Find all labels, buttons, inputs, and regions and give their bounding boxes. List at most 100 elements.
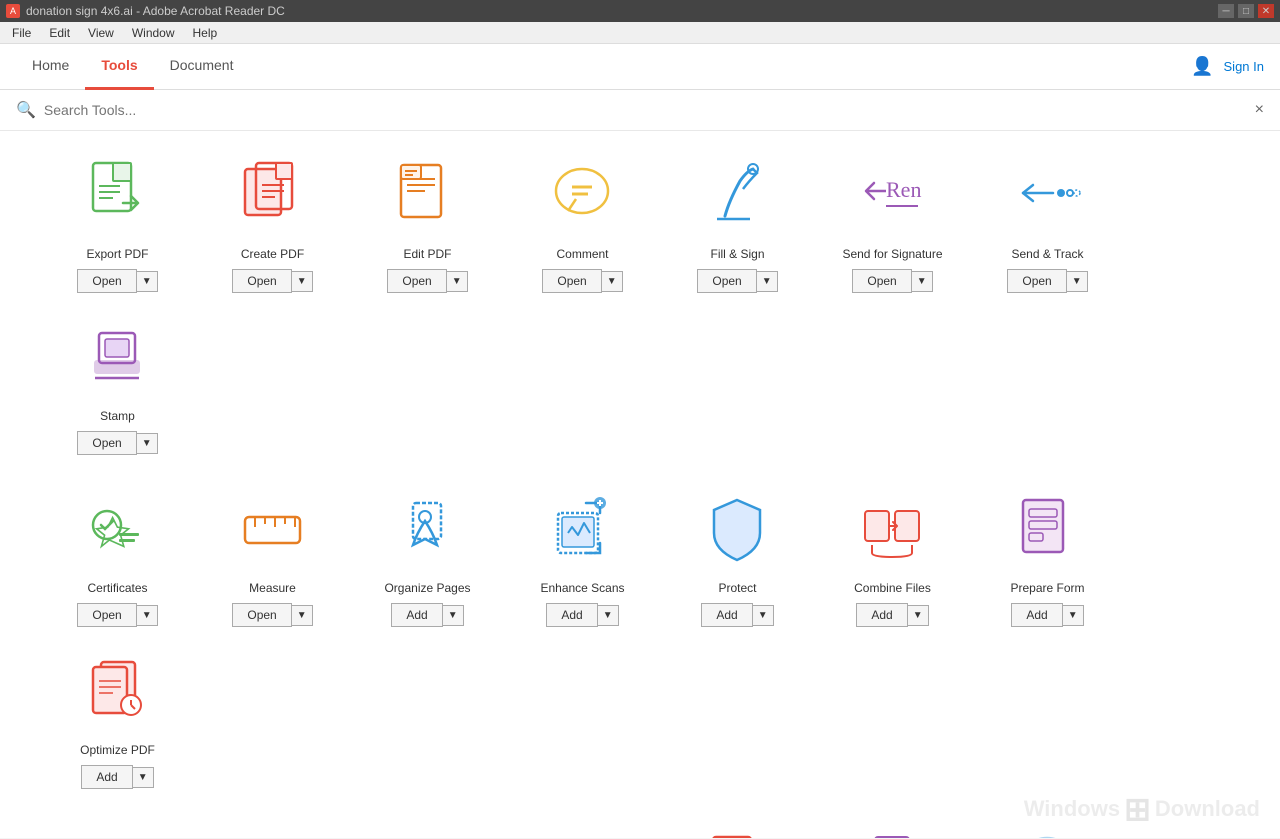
tool-certificates: Certificates Open ▼ xyxy=(40,485,195,627)
window-controls[interactable]: ─ □ ✕ xyxy=(1218,4,1274,18)
menu-file[interactable]: File xyxy=(4,24,39,42)
measure-icon-wrapper xyxy=(228,485,318,575)
create-custom-icon-wrapper xyxy=(693,819,783,838)
tool-measure: Measure Open ▼ xyxy=(195,485,350,627)
tool-combine-files: Combine Files Add ▼ xyxy=(815,485,970,627)
export-pdf-open-button[interactable]: Open xyxy=(77,269,136,293)
search-icon: 🔍 xyxy=(16,100,36,120)
comment-open-button[interactable]: Open xyxy=(542,269,601,293)
tool-redact: Redact Add ▼ xyxy=(40,819,195,838)
create-pdf-open-button[interactable]: Open xyxy=(232,269,291,293)
export-pdf-arrow-button[interactable]: ▼ xyxy=(137,271,158,292)
protect-add-button[interactable]: Add xyxy=(701,603,752,627)
certificates-label: Certificates xyxy=(87,581,147,595)
enhance-scans-label: Enhance Scans xyxy=(540,581,624,595)
send-signature-btn-group: Open ▼ xyxy=(852,269,932,293)
export-pdf-label: Export PDF xyxy=(86,247,148,261)
tab-document[interactable]: Document xyxy=(154,44,250,90)
tool-organize-pages: Organize Pages Add ▼ xyxy=(350,485,505,627)
tab-tools[interactable]: Tools xyxy=(85,44,153,90)
send-signature-icon-wrapper: Ren xyxy=(848,151,938,241)
organize-pages-btn-group: Add ▼ xyxy=(391,603,463,627)
search-close-icon[interactable]: × xyxy=(1255,101,1264,119)
print-production-icon-wrapper xyxy=(848,819,938,838)
stamp-arrow-button[interactable]: ▼ xyxy=(137,433,158,454)
certificates-open-button[interactable]: Open xyxy=(77,603,136,627)
sign-in-button[interactable]: Sign In xyxy=(1224,59,1264,74)
close-button[interactable]: ✕ xyxy=(1258,4,1274,18)
combine-files-add-button[interactable]: Add xyxy=(856,603,907,627)
enhance-scans-arrow-button[interactable]: ▼ xyxy=(598,605,619,626)
combine-files-arrow-button[interactable]: ▼ xyxy=(908,605,929,626)
edit-pdf-open-button[interactable]: Open xyxy=(387,269,446,293)
optimize-pdf-arrow-button[interactable]: ▼ xyxy=(133,767,154,788)
tool-fill-sign: Fill & Sign Open ▼ xyxy=(660,151,815,293)
certificates-icon-wrapper xyxy=(73,485,163,575)
measure-arrow-button[interactable]: ▼ xyxy=(292,605,313,626)
prepare-form-icon-wrapper xyxy=(1003,485,1093,575)
comment-arrow-button[interactable]: ▼ xyxy=(602,271,623,292)
prepare-form-arrow-button[interactable]: ▼ xyxy=(1063,605,1084,626)
send-track-arrow-button[interactable]: ▼ xyxy=(1067,271,1088,292)
combine-files-btn-group: Add ▼ xyxy=(856,603,928,627)
tab-home[interactable]: Home xyxy=(16,44,85,90)
menu-view[interactable]: View xyxy=(80,24,122,42)
fill-sign-icon-wrapper xyxy=(693,151,783,241)
create-pdf-btn-group: Open ▼ xyxy=(232,269,312,293)
comment-btn-group: Open ▼ xyxy=(542,269,622,293)
stamp-icon-wrapper xyxy=(73,313,163,403)
search-input[interactable] xyxy=(44,102,1247,118)
measure-open-button[interactable]: Open xyxy=(232,603,291,627)
tool-create-custom: Create Custom Tool Add ▼ xyxy=(660,819,815,838)
send-signature-open-button[interactable]: Open xyxy=(852,269,911,293)
redact-icon-wrapper xyxy=(73,819,163,838)
menu-edit[interactable]: Edit xyxy=(41,24,78,42)
tools-grid: Export PDF Open ▼ xyxy=(0,131,1280,838)
send-track-icon-wrapper xyxy=(1003,151,1093,241)
window-title: donation sign 4x6.ai - Adobe Acrobat Rea… xyxy=(26,4,285,18)
maximize-button[interactable]: □ xyxy=(1238,4,1254,18)
create-pdf-arrow-button[interactable]: ▼ xyxy=(292,271,313,292)
comment-icon-wrapper xyxy=(538,151,628,241)
edit-pdf-btn-group: Open ▼ xyxy=(387,269,467,293)
stamp-btn-group: Open ▼ xyxy=(77,431,157,455)
edit-pdf-arrow-button[interactable]: ▼ xyxy=(447,271,468,292)
certificates-btn-group: Open ▼ xyxy=(77,603,157,627)
menu-window[interactable]: Window xyxy=(124,24,183,42)
organize-pages-arrow-button[interactable]: ▼ xyxy=(443,605,464,626)
fill-sign-open-button[interactable]: Open xyxy=(697,269,756,293)
tool-enhance-scans: Enhance Scans Add ▼ xyxy=(505,485,660,627)
measure-btn-group: Open ▼ xyxy=(232,603,312,627)
certificates-arrow-button[interactable]: ▼ xyxy=(137,605,158,626)
stamp-open-button[interactable]: Open xyxy=(77,431,136,455)
account-icon: 👤 xyxy=(1191,56,1213,77)
send-track-label: Send & Track xyxy=(1011,247,1083,261)
stamp-label: Stamp xyxy=(100,409,135,423)
search-bar: 🔍 × xyxy=(0,90,1280,131)
main-content: Export PDF Open ▼ xyxy=(0,131,1280,838)
send-track-btn-group: Open ▼ xyxy=(1007,269,1087,293)
app-icon: A xyxy=(6,4,20,18)
optimize-pdf-add-button[interactable]: Add xyxy=(81,765,132,789)
menu-help[interactable]: Help xyxy=(185,24,226,42)
send-track-open-button[interactable]: Open xyxy=(1007,269,1066,293)
minimize-button[interactable]: ─ xyxy=(1218,4,1234,18)
compare-docs-icon-wrapper xyxy=(228,819,318,838)
optimize-pdf-btn-group: Add ▼ xyxy=(81,765,153,789)
tool-optimize-pdf: Optimize PDF Add ▼ xyxy=(40,647,195,789)
protect-label: Protect xyxy=(718,581,756,595)
menu-bar: File Edit View Window Help xyxy=(0,22,1280,44)
enhance-scans-add-button[interactable]: Add xyxy=(546,603,597,627)
send-signature-arrow-button[interactable]: ▼ xyxy=(912,271,933,292)
edit-pdf-icon-wrapper xyxy=(383,151,473,241)
tool-compare-docs: Compare Documents Add ▼ xyxy=(195,819,350,838)
prepare-form-add-button[interactable]: Add xyxy=(1011,603,1062,627)
optimize-pdf-icon-wrapper xyxy=(73,647,163,737)
fill-sign-arrow-button[interactable]: ▼ xyxy=(757,271,778,292)
organize-pages-add-button[interactable]: Add xyxy=(391,603,442,627)
create-pdf-icon-wrapper xyxy=(228,151,318,241)
edit-pdf-label: Edit PDF xyxy=(403,247,451,261)
title-bar: A donation sign 4x6.ai - Adobe Acrobat R… xyxy=(0,0,1280,22)
tool-action-wizard: Action Wizard Add ▼ xyxy=(505,819,660,838)
protect-arrow-button[interactable]: ▼ xyxy=(753,605,774,626)
